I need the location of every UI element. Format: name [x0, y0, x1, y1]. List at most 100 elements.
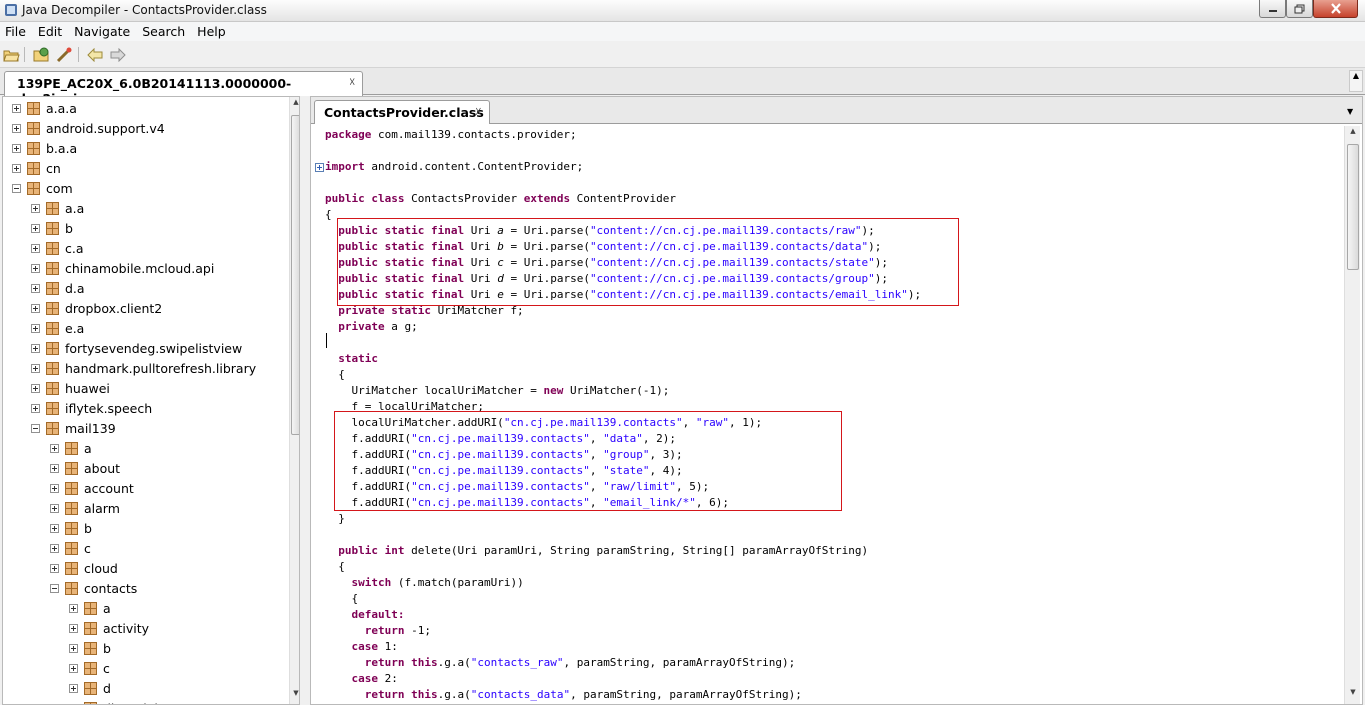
tree-item[interactable]: a — [50, 438, 92, 458]
restore-icon — [1294, 4, 1305, 13]
menu-navigate[interactable]: Navigate — [68, 22, 136, 41]
package-icon — [46, 361, 59, 375]
expand-imports-icon[interactable] — [315, 163, 324, 172]
menu-file[interactable]: File — [0, 22, 32, 41]
back-button[interactable] — [86, 46, 104, 63]
scroll-up-icon[interactable]: ▲ — [1347, 127, 1359, 141]
tab-list-icon[interactable]: ▼ — [1347, 107, 1353, 116]
menu-help[interactable]: Help — [191, 22, 232, 41]
tree-item[interactable]: chinamobile.mcloud.api — [31, 258, 214, 278]
tree-item[interactable]: com — [12, 178, 73, 198]
code-line: UriMatcher localUriMatcher = new UriMatc… — [325, 383, 669, 399]
package-icon — [46, 421, 59, 435]
maximize-button[interactable] — [1286, 0, 1313, 18]
expand-icon[interactable] — [12, 103, 21, 113]
tree-item[interactable]: account — [50, 478, 134, 498]
menu-search[interactable]: Search — [136, 22, 191, 41]
expand-icon[interactable] — [50, 523, 59, 533]
expand-icon[interactable] — [69, 683, 78, 693]
open-file-button[interactable] — [2, 46, 20, 63]
tabs-scroll-up-icon[interactable]: ▲ — [1349, 70, 1363, 92]
tree-item[interactable]: a.a — [31, 198, 84, 218]
tree-item[interactable]: contacts — [50, 578, 137, 598]
expand-icon[interactable] — [69, 643, 78, 653]
code-keyword: default: — [351, 608, 405, 621]
tree-item[interactable]: huawei — [31, 378, 110, 398]
expand-icon[interactable] — [31, 283, 40, 293]
code-view[interactable]: package com.mail139.contacts.provider; im… — [313, 126, 1342, 704]
expand-icon[interactable] — [69, 623, 78, 633]
tree-item[interactable]: e.a — [31, 318, 84, 338]
package-icon — [84, 601, 97, 615]
tree-scrollbar-thumb[interactable] — [291, 115, 299, 435]
open-type-button[interactable] — [32, 46, 50, 63]
expand-icon[interactable] — [50, 463, 59, 473]
expand-icon[interactable] — [31, 403, 40, 413]
tree-item[interactable]: cn — [12, 158, 61, 178]
close-tab-icon[interactable]: ☓ — [349, 75, 355, 89]
expand-icon[interactable] — [12, 163, 21, 173]
tree-item[interactable]: iflytek.speech — [31, 398, 152, 418]
code-scrollbar-thumb[interactable] — [1347, 144, 1359, 270]
close-tab-icon[interactable]: ☓ — [475, 104, 482, 119]
expand-icon[interactable] — [50, 443, 59, 453]
tree-item[interactable]: dropbox.client2 — [31, 298, 162, 318]
tree-item[interactable]: c.a — [31, 238, 84, 258]
expand-icon[interactable] — [69, 603, 78, 613]
tree-item[interactable]: cloud — [50, 558, 118, 578]
tree-item[interactable]: c — [69, 658, 110, 678]
tree-item[interactable]: a.a.a — [12, 98, 77, 118]
expand-icon[interactable] — [12, 123, 21, 133]
code-line: import android.content.ContentProvider; — [325, 159, 583, 175]
tree-item[interactable]: mail139 — [31, 418, 116, 438]
expand-icon[interactable] — [31, 263, 40, 273]
scroll-down-icon[interactable]: ▼ — [291, 689, 299, 703]
tree-item[interactable]: c — [50, 538, 91, 558]
code-text: a g; — [384, 320, 418, 333]
expand-icon[interactable] — [50, 503, 59, 513]
tree-item[interactable]: b — [50, 518, 92, 538]
close-button[interactable] — [1313, 0, 1358, 18]
code-scrollbar[interactable]: ▲ ▼ — [1344, 126, 1360, 704]
expand-icon[interactable] — [31, 323, 40, 333]
tree-item[interactable]: d.a — [31, 278, 85, 298]
tab-contacts-provider[interactable]: ContactsProvider.class ☓ — [314, 100, 490, 124]
expand-icon[interactable] — [50, 543, 59, 553]
expand-icon[interactable] — [50, 563, 59, 573]
expand-icon[interactable] — [31, 243, 40, 253]
tree-item[interactable]: about — [50, 458, 120, 478]
tree-item[interactable]: b.a.a — [12, 138, 77, 158]
tree-item[interactable]: b — [31, 218, 73, 238]
menu-edit[interactable]: Edit — [32, 22, 68, 41]
forward-button[interactable] — [109, 46, 127, 63]
expand-icon[interactable] — [31, 223, 40, 233]
minimize-button[interactable] — [1259, 0, 1286, 18]
tree-item[interactable]: android.support.v4 — [12, 118, 165, 138]
code-line: case 2: — [325, 671, 398, 687]
expand-icon[interactable] — [31, 363, 40, 373]
scroll-down-icon[interactable]: ▼ — [1347, 688, 1359, 702]
expand-icon[interactable] — [69, 663, 78, 673]
tree-item[interactable]: d — [69, 678, 111, 698]
expand-icon[interactable] — [31, 203, 40, 213]
scroll-up-icon[interactable]: ▲ — [291, 98, 299, 112]
tree-item[interactable]: fortysevendeg.swipelistview — [31, 338, 242, 358]
tree-item[interactable]: dbmodel — [69, 698, 158, 704]
tree-item[interactable]: activity — [69, 618, 149, 638]
collapse-icon[interactable] — [12, 183, 21, 193]
collapse-icon[interactable] — [50, 583, 59, 593]
expand-icon[interactable] — [31, 343, 40, 353]
tree-item[interactable]: a — [69, 598, 111, 618]
expand-icon[interactable] — [12, 143, 21, 153]
tree-item[interactable]: alarm — [50, 498, 120, 518]
collapse-icon[interactable] — [31, 423, 40, 433]
panel-splitter[interactable] — [301, 96, 309, 705]
tree-scrollbar[interactable]: ▲ ▼ — [289, 97, 299, 704]
expand-icon[interactable] — [31, 303, 40, 313]
tree-item[interactable]: b — [69, 638, 111, 658]
expand-icon[interactable] — [31, 383, 40, 393]
tab-jar-file[interactable]: 139PE_AC20X_6.0B20141113.0000000-dex2jar… — [4, 71, 363, 106]
expand-icon[interactable] — [50, 483, 59, 493]
open-type-hierarchy-button[interactable] — [55, 46, 73, 63]
tree-item[interactable]: handmark.pulltorefresh.library — [31, 358, 256, 378]
